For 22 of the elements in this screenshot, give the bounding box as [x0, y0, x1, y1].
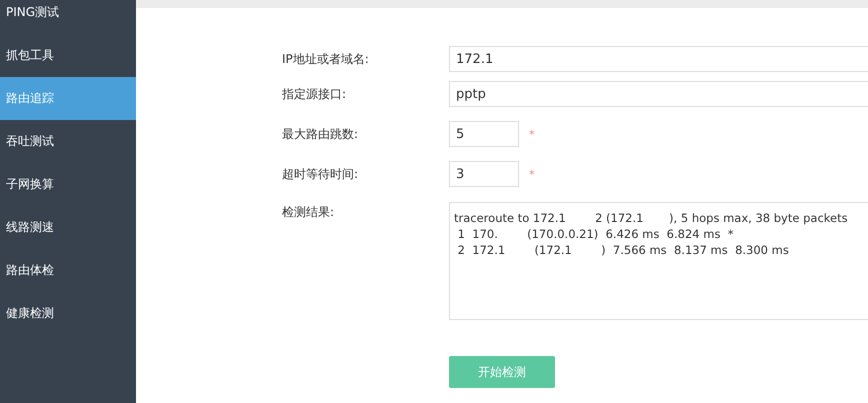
sidebar-item[interactable]: 健康检测 [0, 292, 136, 335]
sidebar-item[interactable]: 抓包工具 [0, 34, 136, 77]
sidebar-item[interactable]: 线路测速 [0, 206, 136, 249]
sidebar-item[interactable]: 路由体检 [0, 249, 136, 292]
sidebar-item[interactable]: PING测试 [0, 0, 136, 34]
input-field[interactable]: pptp [449, 81, 868, 107]
result-box[interactable]: traceroute to 172.1 2 (172.1 ), 5 hops max, 38 byte packets 1 170. (170.0.0.21) 6.426 ms 6.824 ms * 2 172.1 (172.1 ) 7.566 ms 8.137 ms 8.300 ms [449, 202, 868, 320]
required-mark: * [529, 128, 534, 140]
field-label: 超时等待时间: [282, 166, 360, 182]
field-label: 指定源接口: [282, 86, 348, 102]
sidebar-item[interactable]: 子网换算 [0, 163, 136, 206]
result-line: traceroute to 172.1 2 (172.1 ), 5 hops max, 38 byte packets [454, 210, 849, 226]
result-line: 1 170. (170.0.0.21) 6.426 ms 6.824 ms * [456, 226, 735, 242]
input-field[interactable]: 172.1 [449, 46, 868, 72]
field-label: 最大路由跳数: [282, 126, 360, 142]
result-line: 2 172.1 (172.1 ) 7.566 ms 8.137 ms 8.300 ms [456, 242, 790, 258]
sidebar-item[interactable]: 吞吐测试 [0, 120, 136, 163]
input-field[interactable]: 5 [449, 121, 519, 147]
field-label: IP地址或者域名: [282, 50, 370, 68]
required-mark: * [529, 168, 534, 180]
field-label: 检测结果: [282, 204, 336, 221]
input-field[interactable]: 3 [449, 161, 519, 187]
